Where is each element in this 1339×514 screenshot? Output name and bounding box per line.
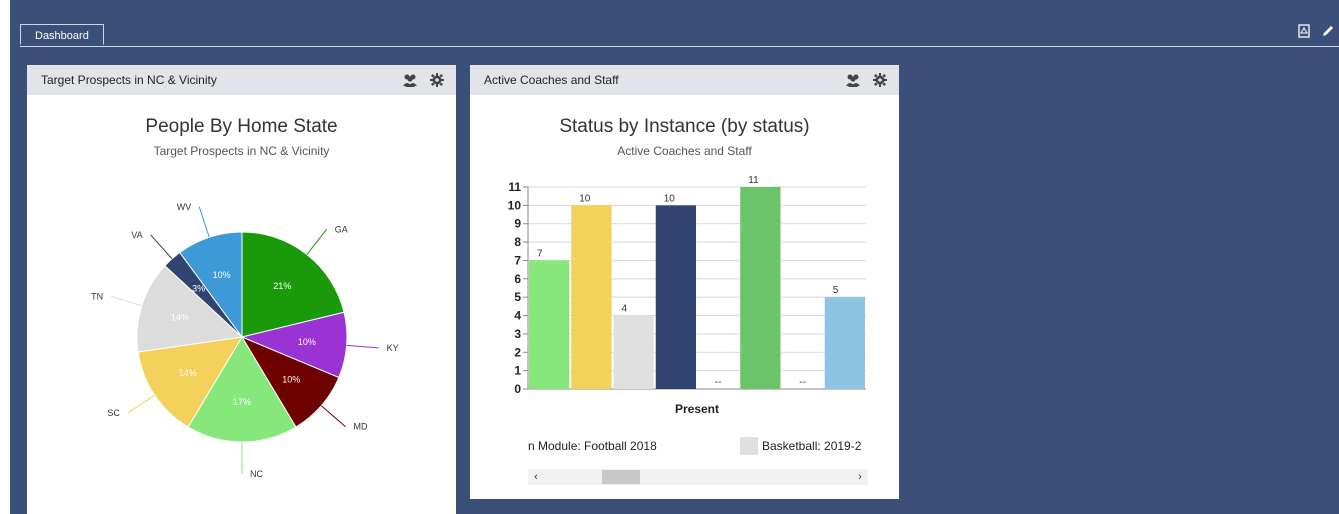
top-toolbar [1297, 24, 1335, 38]
users-icon[interactable] [402, 73, 418, 87]
pie-value-label: 10% [298, 337, 316, 347]
pie-value-label: 14% [179, 368, 197, 378]
scroll-thumb[interactable] [602, 470, 640, 484]
pie-connector [111, 295, 142, 307]
y-tick-label: 2 [514, 345, 521, 359]
pencil-icon[interactable] [1321, 24, 1335, 38]
y-tick-label: 10 [508, 198, 522, 212]
pie-value-label: 10% [282, 375, 300, 385]
y-tick-label: 11 [508, 180, 521, 194]
y-tick-label: 5 [514, 290, 521, 304]
pie-connector [321, 405, 346, 428]
pie-chart: 21%GA10%KY10%MD17%NC14%SC14%TN3%VA10%WV [91, 202, 399, 479]
bar-data-label: -- [799, 377, 806, 388]
chart-title: Status by Instance (by status) [559, 116, 810, 137]
pie-category-label: TN [91, 291, 103, 301]
scroll-left-icon[interactable]: ‹ [528, 469, 544, 485]
bar-data-label: 10 [579, 193, 591, 204]
pie-category-label: NC [250, 469, 263, 479]
users-icon[interactable] [845, 73, 861, 87]
legend-item-football[interactable]: n Module: Football 2018 [528, 439, 657, 453]
y-tick-label: 9 [514, 217, 521, 231]
y-tick-label: 7 [514, 253, 521, 267]
x-axis-label: Present [675, 402, 719, 416]
pie-category-label: VA [131, 230, 142, 240]
panel-title: Target Prospects in NC & Vicinity [41, 73, 217, 87]
tab-dashboard[interactable]: Dashboard [20, 24, 104, 45]
bar-chart: 0 1 2 3 4 5 6 7 8 9 10 11 7 10 4 10 -- 11 -- 5 Present [508, 175, 866, 416]
y-tick-label: 3 [514, 327, 521, 341]
panel-active-coaches: Active Coaches and Staff Status by Insta… [470, 65, 899, 499]
pie-value-label: 14% [171, 313, 189, 323]
chart-title: People By Home State [145, 116, 338, 137]
gear-icon[interactable] [873, 73, 887, 87]
pie-connector [306, 229, 328, 255]
y-tick-label: 4 [514, 309, 521, 323]
scroll-right-icon[interactable]: › [852, 469, 868, 485]
bar[interactable] [740, 187, 781, 389]
bar-data-label: 10 [664, 193, 676, 204]
bar-data-label: -- [715, 377, 722, 388]
pie-category-label: MD [354, 422, 368, 432]
gear-icon[interactable] [430, 73, 444, 87]
legend-item-basketball[interactable]: Basketball: 2019-2 [762, 439, 861, 453]
chart-subtitle: Active Coaches and Staff [617, 144, 752, 158]
pie-category-label: GA [335, 224, 348, 234]
pie-connector [346, 344, 379, 349]
legend-swatch [740, 437, 758, 455]
bar-data-label: 5 [833, 285, 839, 296]
legend-scrollbar[interactable]: ‹ › [528, 469, 868, 485]
left-edge [0, 0, 10, 514]
pie-value-label: 17% [233, 397, 251, 407]
pie-connector [127, 394, 155, 414]
y-tick-label: 0 [514, 382, 521, 396]
bar[interactable] [529, 260, 570, 389]
bar-data-label: 11 [748, 175, 759, 186]
panel-header: Active Coaches and Staff [470, 65, 899, 95]
pie-value-label: 10% [213, 270, 231, 280]
chart-legend: n Module: Football 2018 Basketball: 2019… [528, 437, 868, 457]
pie-category-label: WV [177, 202, 192, 212]
dashboard-tabbar: Dashboard [20, 24, 1339, 47]
y-tick-label: 8 [514, 235, 521, 249]
panel-header: Target Prospects in NC & Vicinity [27, 65, 456, 95]
bar[interactable] [613, 315, 654, 389]
panel-target-prospects: Target Prospects in NC & Vicinity People… [27, 65, 456, 514]
pie-connector [198, 206, 210, 238]
pie-connector [150, 234, 173, 260]
pdf-icon[interactable] [1297, 24, 1311, 38]
pie-value-label: 21% [273, 281, 291, 291]
chart-subtitle: Target Prospects in NC & Vicinity [153, 144, 330, 158]
y-tick-label: 6 [514, 272, 521, 286]
bar[interactable] [655, 205, 696, 389]
panel-title: Active Coaches and Staff [484, 73, 619, 87]
pie-category-label: SC [107, 408, 120, 418]
bar[interactable] [571, 205, 612, 389]
bar-data-label: 7 [537, 248, 543, 259]
bar[interactable] [824, 297, 865, 389]
bar-data-label: 4 [622, 304, 628, 315]
pie-category-label: KY [387, 343, 399, 353]
y-tick-label: 1 [514, 364, 521, 378]
